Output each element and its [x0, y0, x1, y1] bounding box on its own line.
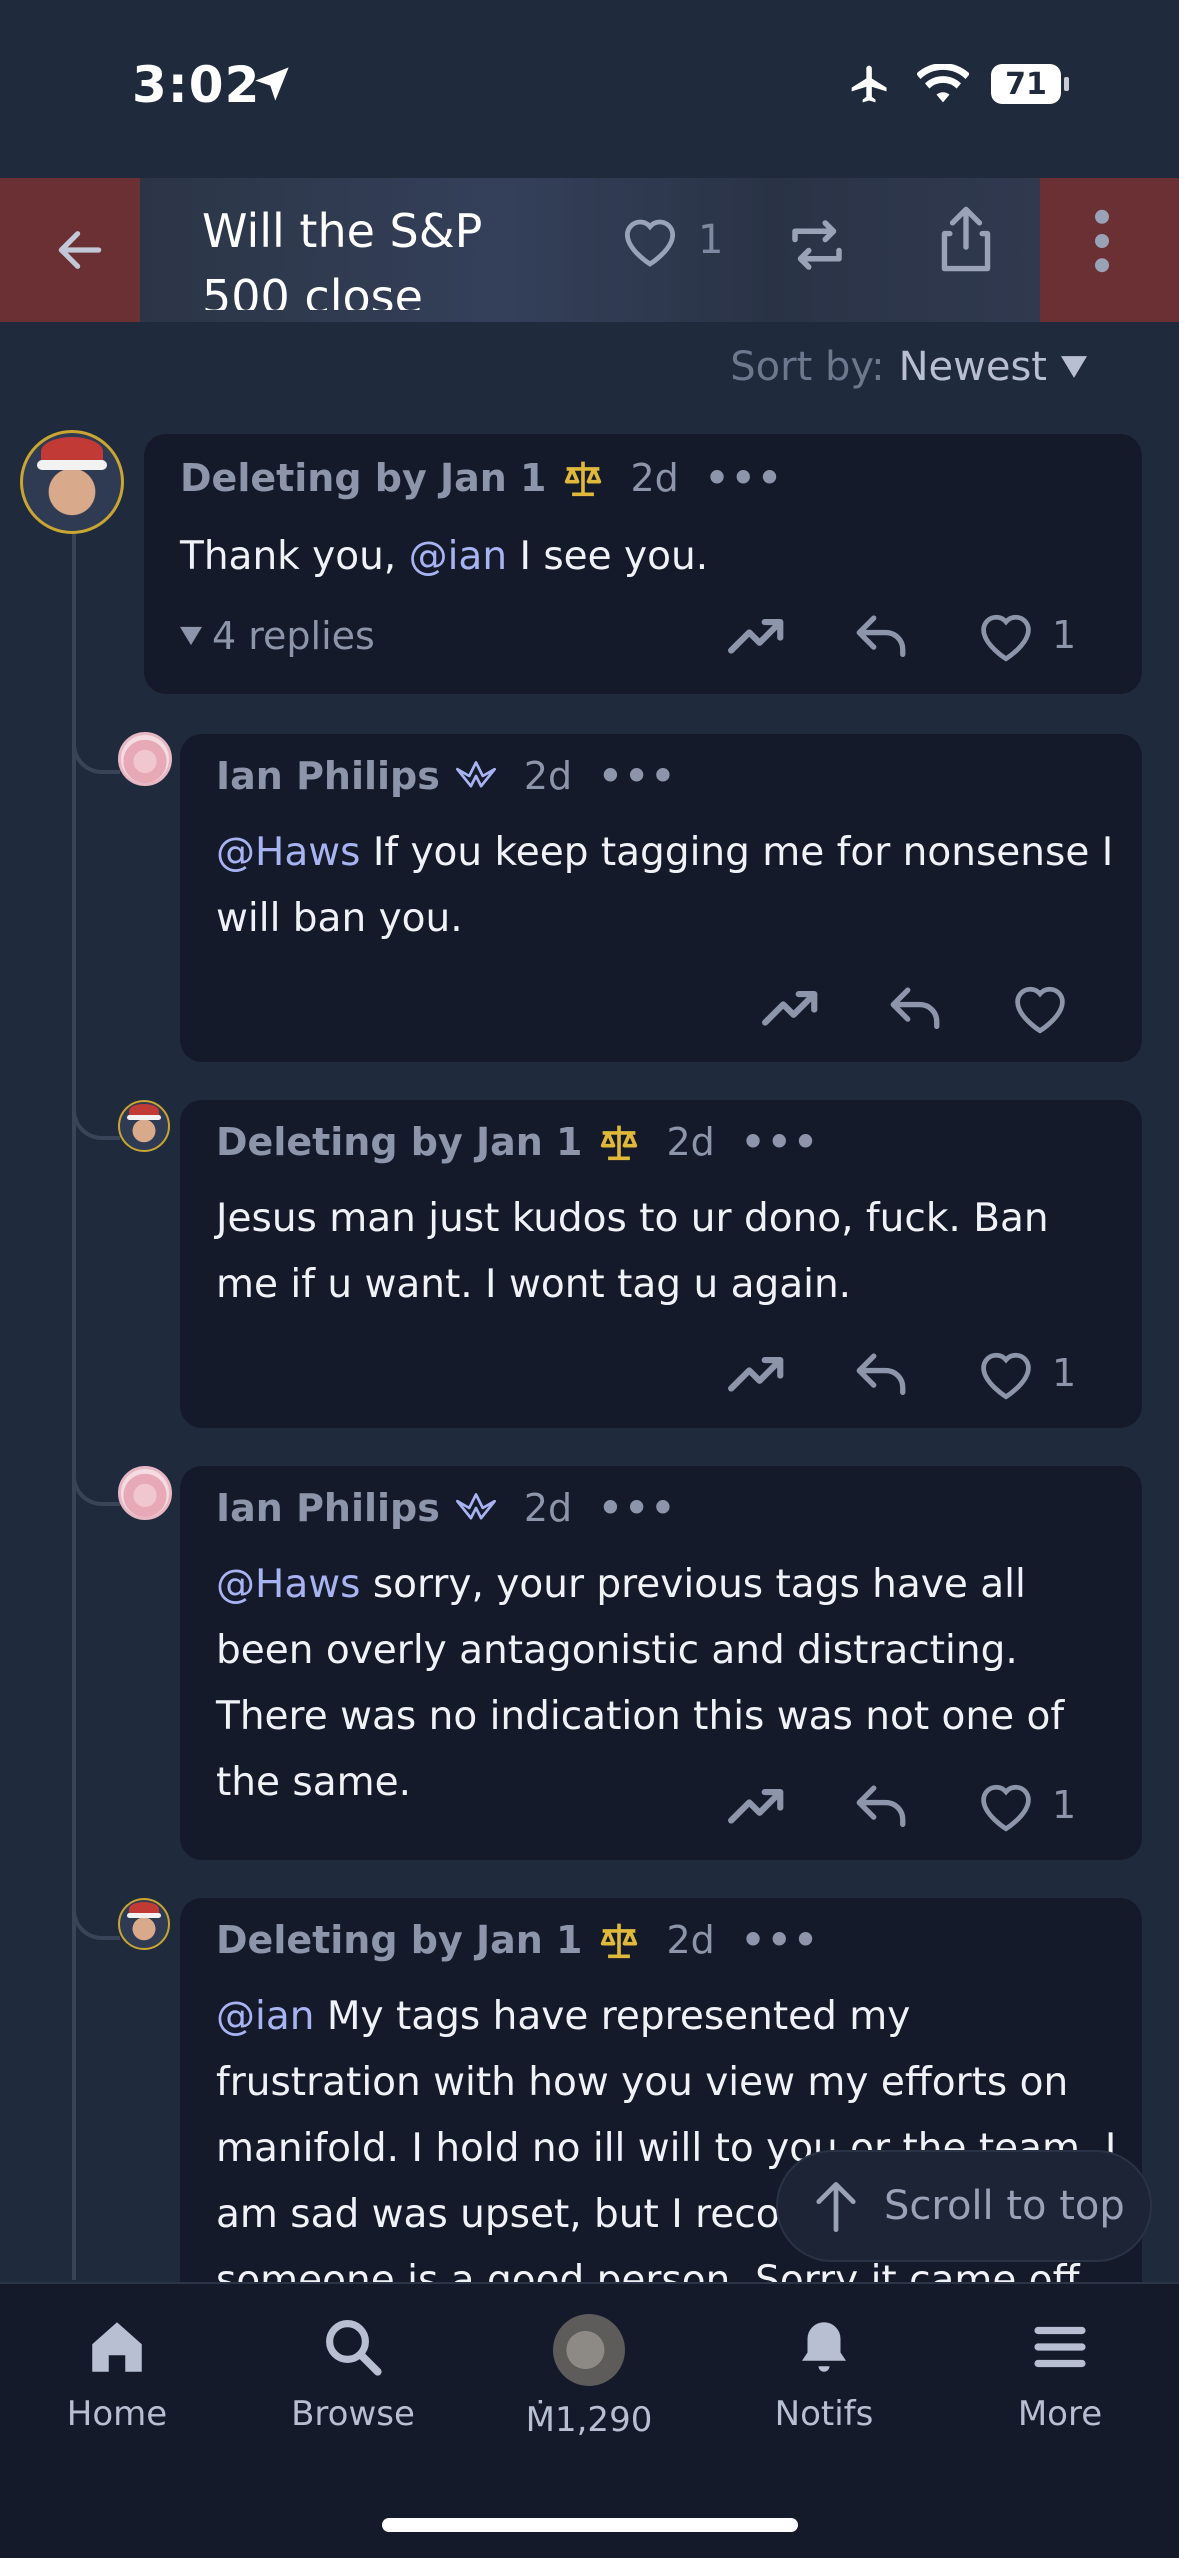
reply-icon[interactable]: [852, 608, 910, 662]
avatar[interactable]: [20, 430, 124, 534]
comment-body: Thank you, @ian I see you.: [180, 534, 709, 579]
like-button[interactable]: 1: [974, 606, 1076, 664]
trending-icon[interactable]: [726, 1346, 788, 1400]
comment-body: Jesus man just kudos to ur dono, fuck. B…: [216, 1196, 1049, 1307]
nav-more[interactable]: More: [960, 2314, 1160, 2434]
replies-toggle[interactable]: 4 replies: [180, 614, 375, 658]
search-icon: [326, 2320, 382, 2376]
caret-down-icon: [180, 626, 202, 646]
arrow-up-icon: [816, 2182, 856, 2233]
comment-more-button[interactable]: •••: [705, 456, 784, 500]
heart-icon: [981, 1784, 1031, 1832]
menu-icon: [1034, 2326, 1086, 2368]
avatar: [553, 2314, 625, 2386]
thread-branch: [72, 1866, 120, 1940]
comment-more-button[interactable]: •••: [598, 1486, 677, 1530]
market-like-button[interactable]: 1: [618, 210, 723, 270]
comment-card: Deleting by Jan 1 2d ••• Jesus man just …: [180, 1100, 1142, 1428]
comment-age[interactable]: 2d: [667, 1918, 715, 1962]
reply-icon[interactable]: [852, 1778, 910, 1832]
comment-author[interactable]: Deleting by Jan 1: [180, 456, 547, 500]
market-header: Will the S&P 500 close higher 1: [0, 178, 1179, 322]
share-button[interactable]: [938, 204, 994, 278]
location-arrow-icon: [255, 67, 289, 101]
repost-button[interactable]: [784, 212, 850, 282]
mention-link[interactable]: @ian: [409, 534, 507, 579]
thread-line: [72, 520, 76, 2280]
caret-down-icon: [1061, 356, 1087, 378]
crane-badge-icon: [455, 761, 496, 788]
heart-icon: [981, 1352, 1031, 1400]
heart-icon: [1015, 986, 1065, 1034]
scroll-to-top-button[interactable]: Scroll to top: [776, 2150, 1152, 2262]
mention-link[interactable]: @ian: [216, 1994, 314, 2039]
thread-branch: [72, 700, 120, 774]
like-count: 1: [1052, 1783, 1077, 1827]
sort-label: Sort by:: [730, 344, 885, 390]
more-options-button[interactable]: [1082, 206, 1122, 280]
comment-age[interactable]: 2d: [524, 1486, 572, 1530]
avatar[interactable]: [118, 1100, 170, 1152]
scale-badge-icon: [564, 461, 601, 497]
comment-age[interactable]: 2d: [631, 456, 679, 500]
vertical-dots-icon: [1095, 209, 1109, 273]
like-button[interactable]: 1: [974, 1344, 1076, 1402]
home-indicator: [382, 2518, 798, 2532]
heart-icon: [981, 614, 1031, 662]
share-icon: [941, 206, 991, 272]
trending-icon[interactable]: [760, 980, 822, 1034]
mention-link[interactable]: @Haws: [216, 830, 360, 875]
nav-notifs[interactable]: Notifs: [724, 2314, 924, 2434]
comment-author[interactable]: Ian Philips: [216, 754, 440, 798]
comment-age[interactable]: 2d: [524, 754, 572, 798]
avatar[interactable]: [118, 1466, 172, 1520]
status-bar: 3:02 71: [0, 0, 1179, 178]
nav-profile[interactable]: Ṁ1,290: [489, 2314, 689, 2440]
comment-body: @Haws If you keep tagging me for nonsens…: [216, 830, 1114, 941]
home-icon: [92, 2322, 142, 2372]
trending-icon[interactable]: [726, 608, 788, 662]
comment-age[interactable]: 2d: [667, 1120, 715, 1164]
reply-icon[interactable]: [886, 980, 944, 1034]
like-count: 1: [1052, 1351, 1077, 1395]
bell-icon: [802, 2322, 846, 2372]
comment-author[interactable]: Deleting by Jan 1: [216, 1918, 583, 1962]
comment-author[interactable]: Deleting by Jan 1: [216, 1120, 583, 1164]
bottom-nav: Home Browse Ṁ1,290 Notifs More: [0, 2282, 1179, 2558]
wifi-icon: [917, 64, 969, 103]
comment-card: Ian Philips 2d ••• @Haws sorry, your pre…: [180, 1466, 1142, 1860]
like-button[interactable]: [1008, 978, 1072, 1036]
scale-badge-icon: [600, 1923, 637, 1959]
repost-icon: [792, 220, 842, 270]
airplane-icon: [851, 65, 887, 103]
comment-author[interactable]: Ian Philips: [216, 1486, 440, 1530]
like-button[interactable]: 1: [974, 1776, 1076, 1834]
market-like-count: 1: [698, 217, 724, 263]
thread-branch: [72, 1432, 120, 1506]
nav-home[interactable]: Home: [17, 2314, 217, 2434]
nav-browse[interactable]: Browse: [253, 2314, 453, 2434]
comment-card: Deleting by Jan 1 2d ••• Thank you, @ian…: [144, 434, 1142, 694]
comment-more-button[interactable]: •••: [598, 754, 677, 798]
scale-badge-icon: [600, 1125, 637, 1161]
comment-card: Ian Philips 2d ••• @Haws If you keep tag…: [180, 734, 1142, 1062]
trending-icon[interactable]: [726, 1778, 788, 1832]
sort-control[interactable]: Sort by: Newest: [730, 344, 1087, 390]
crane-badge-icon: [455, 1493, 496, 1520]
back-button[interactable]: [44, 214, 116, 286]
avatar[interactable]: [118, 732, 172, 786]
market-title[interactable]: Will the S&P 500 close higher: [202, 198, 542, 310]
mention-link[interactable]: @Haws: [216, 1562, 360, 1607]
arrow-left-icon: [58, 231, 102, 269]
reply-icon[interactable]: [852, 1346, 910, 1400]
status-time: 3:02: [132, 56, 261, 114]
sort-value: Newest: [898, 344, 1047, 390]
comment-more-button[interactable]: •••: [741, 1918, 820, 1962]
comment-more-button[interactable]: •••: [741, 1120, 820, 1164]
thread-branch: [72, 1066, 120, 1140]
like-count: 1: [1052, 613, 1077, 657]
heart-icon: [624, 219, 676, 267]
avatar[interactable]: [118, 1898, 170, 1950]
battery-indicator: 71: [991, 64, 1069, 104]
